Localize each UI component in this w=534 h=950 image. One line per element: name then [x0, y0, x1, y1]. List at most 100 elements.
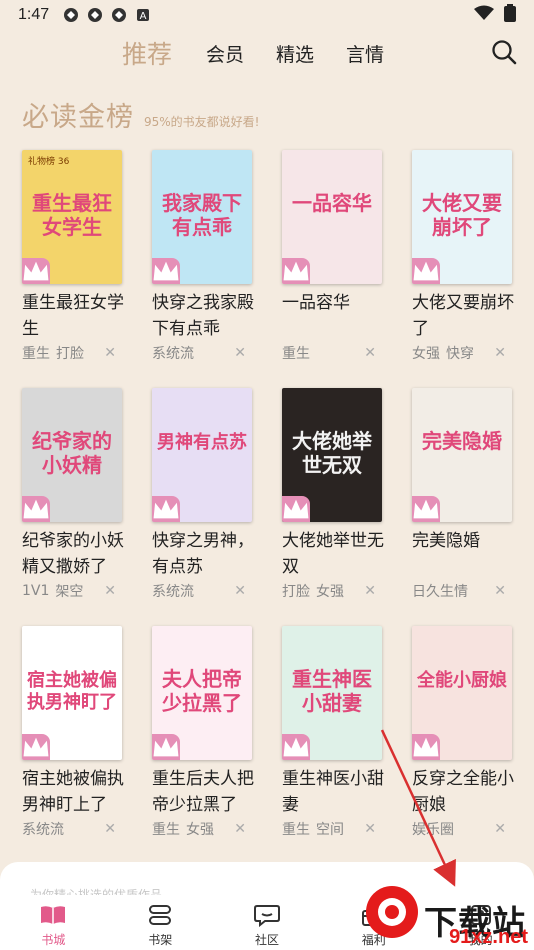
book-card[interactable]: 全能小厨娘反穿之全能小厨娘娱乐圈 ✕ [412, 626, 522, 840]
book-card[interactable]: 大佬她举世无双 大佬她举世无双 打脸 女强 ✕ [282, 388, 392, 602]
tab-featured[interactable]: 精选 [276, 40, 314, 67]
cover-title: 一品容华 [292, 191, 372, 215]
tab-recommend[interactable]: 推荐 [122, 35, 172, 71]
book-tag: 重生 [282, 822, 310, 838]
nav-bookstore[interactable]: 书城 [0, 895, 107, 950]
dismiss-icon[interactable]: ✕ [104, 821, 116, 837]
dismiss-icon[interactable]: ✕ [104, 345, 116, 361]
book-tag: 1V1 [22, 583, 50, 599]
section-title: 必读金榜 [22, 102, 134, 133]
book-card[interactable]: 重生最狂女学生 礼物榜 36 重生最狂女学生 重生 打脸 ✕ [22, 150, 132, 364]
book-title[interactable]: 反穿之全能小厨娘 [412, 766, 522, 818]
book-card[interactable]: 重生神医小甜妻 重生神医小甜妻 重生 空间 ✕ [282, 626, 392, 840]
dismiss-icon[interactable]: ✕ [494, 583, 506, 599]
cover-title: 重生神医小甜妻 [292, 667, 372, 715]
book-title[interactable]: 重生最狂女学生 [22, 290, 132, 342]
book-tags: 女强 快穿 ✕ [412, 342, 522, 364]
book-card[interactable]: 完美隐婚 完美隐婚 日久生情 ✕ [412, 388, 522, 602]
nav-label: 书城 [41, 933, 66, 947]
book-tag: 重生 [152, 822, 180, 838]
crown-icon [282, 258, 310, 284]
book-title[interactable]: 完美隐婚 [412, 528, 522, 580]
search-icon[interactable] [490, 38, 518, 66]
book-cover[interactable]: 全能小厨娘 [412, 626, 512, 760]
dismiss-icon[interactable]: ✕ [234, 821, 246, 837]
book-card[interactable]: 大佬又要崩坏了 大佬又要崩坏了 女强 快穿 ✕ [412, 150, 522, 364]
cover-title: 大佬又要崩坏了 [422, 191, 502, 239]
crown-icon [282, 734, 310, 760]
cover-title: 夫人把帝少拉黑了 [161, 667, 242, 715]
book-tags: 日久生情 ✕ [412, 580, 522, 602]
status-time: 1:47 [18, 6, 50, 23]
book-tag: 空间 [316, 822, 344, 838]
book-title[interactable]: 快穿之男神，有点苏 [152, 528, 262, 580]
book-tag: 女强 [186, 822, 214, 838]
app-icon [111, 7, 127, 23]
book-title[interactable]: 纪爷家的小妖精又撒娇了 [22, 528, 132, 580]
book-tag: 娱乐圈 [412, 822, 454, 838]
book-cover[interactable]: 大佬她举世无双 [282, 388, 382, 522]
book-tags: 系统流 ✕ [22, 818, 132, 840]
book-card[interactable]: 一品容华 一品容华 重生 ✕ [282, 150, 392, 364]
crown-icon [22, 258, 50, 284]
a-icon: A [135, 7, 151, 23]
book-card[interactable]: 夫人把帝少拉黑了重生后夫人把帝少拉黑了重生 女强 ✕ [152, 626, 262, 840]
book-tag: 打脸 [56, 346, 84, 362]
book-card[interactable]: 我家殿下有点乖快穿之我家殿下有点乖系统流 ✕ [152, 150, 262, 364]
top-nav: 推荐 会员 精选 言情 [0, 30, 534, 76]
book-cover[interactable]: 夫人把帝少拉黑了 [152, 626, 252, 760]
chat-icon [253, 905, 280, 927]
crown-icon [152, 496, 180, 522]
book-cover[interactable]: 我家殿下有点乖 [152, 150, 252, 284]
nav-bookshelf[interactable]: 书架 [107, 895, 214, 950]
status-bar: 1:47 A [0, 0, 534, 30]
book-cover[interactable]: 大佬又要崩坏了 [412, 150, 512, 284]
book-tag: 系统流 [152, 346, 194, 362]
book-card[interactable]: 男神有点苏 快穿之男神，有点苏 系统流 ✕ [152, 388, 262, 602]
book-title[interactable]: 重生神医小甜妻 [282, 766, 392, 818]
book-tags: 重生 打脸 ✕ [22, 342, 132, 364]
crown-icon [152, 258, 180, 284]
dismiss-icon[interactable]: ✕ [364, 345, 376, 361]
book-tags: 重生 女强 ✕ [152, 818, 262, 840]
book-cover[interactable]: 宿主她被偏执男神盯了 [22, 626, 122, 760]
book-tag: 重生 [282, 346, 310, 362]
dismiss-icon[interactable]: ✕ [234, 583, 246, 599]
dismiss-icon[interactable]: ✕ [364, 583, 376, 599]
book-cover[interactable]: 重生神医小甜妻 [282, 626, 382, 760]
status-right [474, 4, 516, 26]
book-card[interactable]: 纪爷家的小妖精纪爷家的小妖精又撒娇了 1V1 架空 ✕ [22, 388, 132, 602]
crown-icon [282, 496, 310, 522]
book-tags: 重生 空间 ✕ [282, 818, 392, 840]
book-cover[interactable]: 重生最狂女学生 礼物榜 36 [22, 150, 122, 284]
battery-icon [504, 4, 516, 26]
nav-community[interactable]: 社区 [214, 895, 321, 950]
dismiss-icon[interactable]: ✕ [234, 345, 246, 361]
book-title[interactable]: 大佬又要崩坏了 [412, 290, 522, 342]
crown-icon [22, 734, 50, 760]
tab-romance[interactable]: 言情 [346, 40, 384, 67]
dismiss-icon[interactable]: ✕ [494, 345, 506, 361]
book-tag: 系统流 [22, 822, 64, 838]
book-cover[interactable]: 男神有点苏 [152, 388, 252, 522]
status-notification-icons: A [63, 7, 151, 23]
book-cover[interactable]: 一品容华 [282, 150, 382, 284]
book-title[interactable]: 大佬她举世无双 [282, 528, 392, 580]
nav-label: 社区 [254, 933, 279, 947]
cover-title: 纪爷家的小妖精 [32, 429, 112, 477]
book-tag: 架空 [55, 584, 84, 600]
book-cover[interactable]: 纪爷家的小妖精 [22, 388, 122, 522]
book-title[interactable]: 快穿之我家殿下有点乖 [152, 290, 262, 342]
book-tag: 日久生情 [412, 584, 468, 600]
book-title[interactable]: 重生后夫人把帝少拉黑了 [152, 766, 262, 818]
cover-title: 男神有点苏 [157, 431, 247, 453]
book-title[interactable]: 宿主她被偏执男神盯上了 [22, 766, 132, 818]
book-card[interactable]: 宿主她被偏执男神盯了宿主她被偏执男神盯上了系统流 ✕ [22, 626, 132, 840]
tab-vip[interactable]: 会员 [206, 40, 244, 67]
dismiss-icon[interactable]: ✕ [364, 821, 376, 837]
dismiss-icon[interactable]: ✕ [494, 821, 506, 837]
cover-title: 我家殿下有点乖 [162, 191, 242, 239]
book-cover[interactable]: 完美隐婚 [412, 388, 512, 522]
dismiss-icon[interactable]: ✕ [104, 583, 116, 599]
book-title[interactable]: 一品容华 [282, 290, 392, 342]
